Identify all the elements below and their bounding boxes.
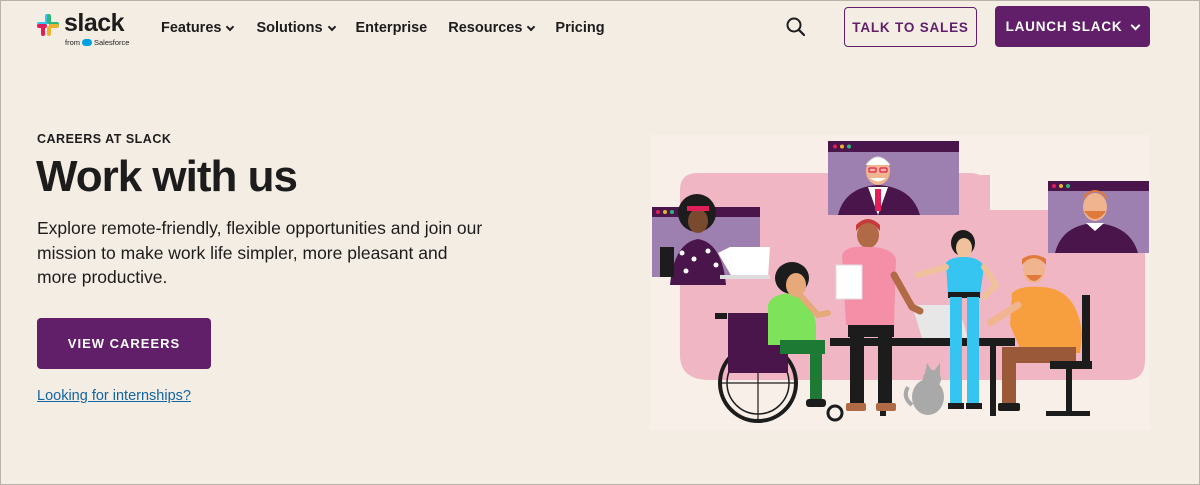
talk-to-sales-button[interactable]: TALK TO SALES (844, 7, 977, 47)
nav-resources[interactable]: Resources (448, 20, 536, 36)
hero-description: Explore remote-friendly, flexible opport… (37, 218, 483, 287)
chevron-down-icon (226, 22, 235, 31)
launch-slack-label: LAUNCH SLACK (1005, 19, 1123, 34)
salesforce-cloud-icon (82, 39, 92, 46)
logo-sub-company: Salesforce (94, 38, 130, 47)
team-illustration (650, 135, 1150, 430)
internships-link[interactable]: Looking for internships? (37, 388, 191, 404)
nav-pricing[interactable]: Pricing (555, 20, 604, 36)
slack-logo[interactable]: slack from Salesforce (36, 9, 136, 49)
chevron-down-icon (527, 22, 536, 31)
launch-slack-button[interactable]: LAUNCH SLACK (995, 6, 1150, 47)
nav-features[interactable]: Features (161, 20, 235, 36)
nav-solutions[interactable]: Solutions (256, 20, 336, 36)
search-icon (786, 17, 806, 37)
nav-enterprise-label: Enterprise (355, 20, 428, 36)
view-careers-button[interactable]: VIEW CAREERS (37, 318, 211, 369)
logo-wordmark: slack (64, 9, 125, 37)
chevron-down-icon (1130, 20, 1141, 30)
chevron-down-icon (327, 22, 336, 31)
nav-solutions-label: Solutions (256, 20, 323, 36)
nav-enterprise[interactable]: Enterprise (356, 20, 428, 36)
logo-subtext: from Salesforce (65, 38, 129, 47)
nav-resources-label: Resources (448, 20, 523, 36)
logo-sub-from: from (65, 38, 80, 47)
top-navigation: slack from Salesforce Features Solutions… (0, 0, 1200, 56)
hero-eyebrow: CAREERS AT SLACK (37, 132, 172, 146)
slack-hash-icon (37, 14, 59, 36)
search-button[interactable] (783, 14, 809, 40)
main-nav: Features Solutions Enterprise Resources … (161, 0, 626, 56)
nav-features-label: Features (161, 20, 222, 36)
nav-pricing-label: Pricing (555, 20, 605, 36)
page-title: Work with us (36, 152, 298, 201)
